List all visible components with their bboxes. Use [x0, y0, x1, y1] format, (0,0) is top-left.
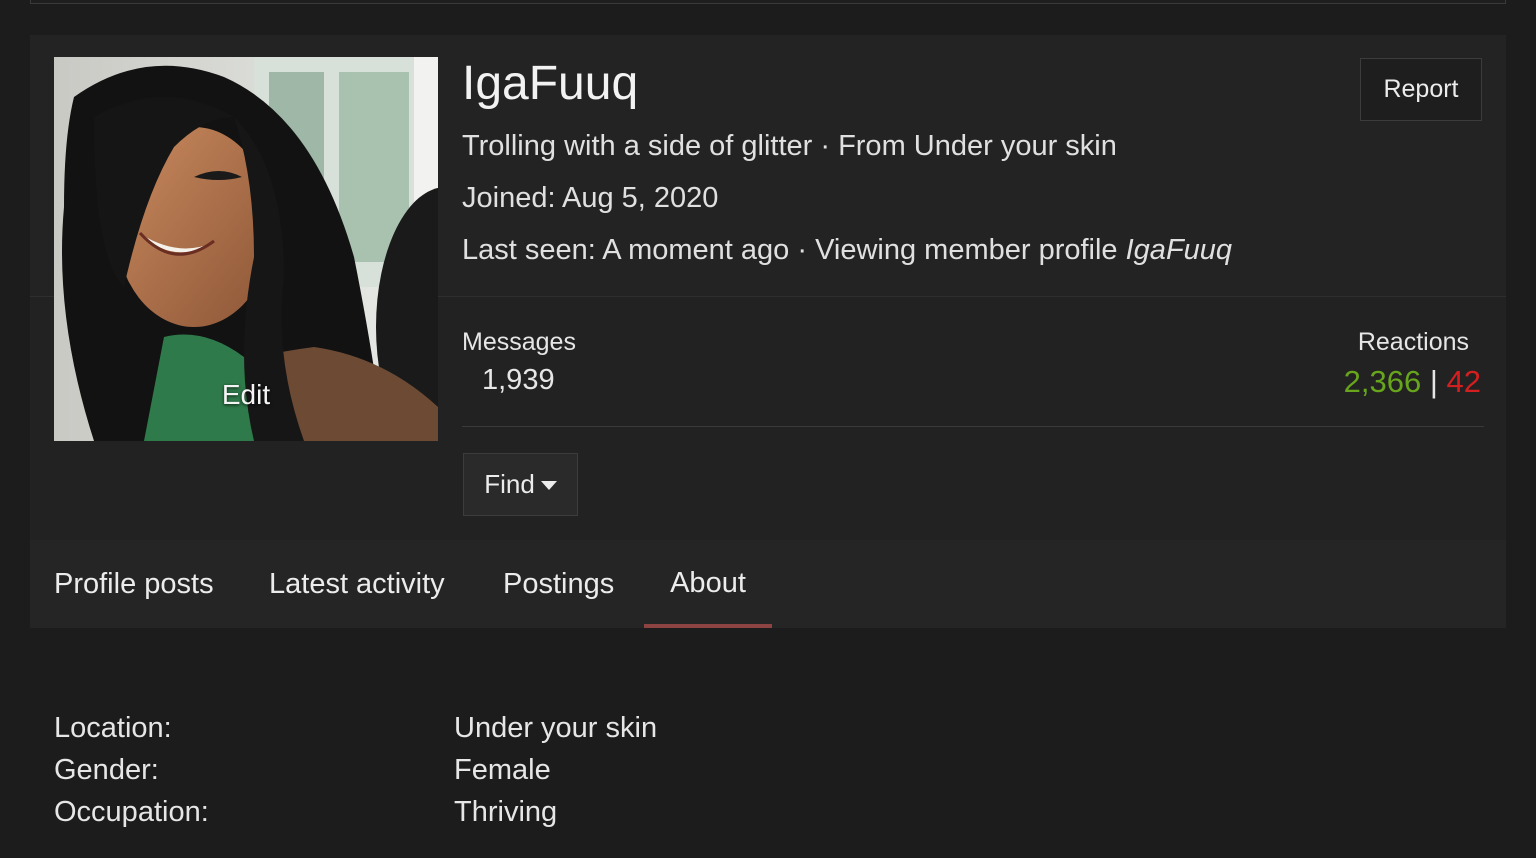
- find-button[interactable]: Find: [463, 453, 578, 516]
- joined-value: Aug 5, 2020: [561, 182, 719, 214]
- last-seen-target-link[interactable]: IgaFuuq: [1126, 234, 1232, 266]
- about-gender-value: Female: [454, 754, 551, 786]
- top-frame: [30, 0, 1506, 4]
- find-label: Find: [484, 469, 535, 499]
- profile-username: IgaFuuq: [462, 57, 639, 110]
- tab-about[interactable]: About: [644, 540, 772, 628]
- reactions-separator: |: [1429, 364, 1438, 399]
- tab-postings[interactable]: Postings: [503, 540, 614, 628]
- last-seen-value: A moment ago · Viewing member profile: [602, 234, 1126, 266]
- caret-down-icon: [540, 481, 557, 490]
- reactions-negative: 42: [1446, 364, 1481, 399]
- reactions-positive: 2,366: [1343, 364, 1422, 399]
- tab-latest-activity[interactable]: Latest activity: [269, 540, 445, 628]
- messages-value[interactable]: 1,939: [482, 364, 555, 397]
- about-occupation-label: Occupation:: [54, 796, 209, 828]
- about-location-label: Location:: [54, 712, 172, 744]
- report-button[interactable]: Report: [1360, 58, 1482, 121]
- profile-tagline: Trolling with a side of glitter · From U…: [462, 130, 1117, 162]
- avatar-edit-link[interactable]: Edit: [54, 379, 438, 411]
- stats-divider: [462, 426, 1484, 427]
- avatar[interactable]: Edit: [54, 57, 438, 441]
- joined-label: Joined:: [462, 182, 556, 214]
- reactions-value: 2,366 | 42: [1344, 364, 1481, 400]
- messages-label: Messages: [462, 328, 576, 356]
- about-location-value: Under your skin: [454, 712, 658, 744]
- last-seen-row: Last seen: A moment ago · Viewing member…: [462, 234, 1232, 267]
- about-occupation-value: Thriving: [454, 796, 558, 828]
- reactions-label: Reactions: [1357, 328, 1469, 356]
- about-gender-label: Gender:: [54, 754, 159, 786]
- tab-profile-posts[interactable]: Profile posts: [54, 540, 214, 628]
- last-seen-label: Last seen:: [462, 234, 596, 266]
- joined-row: Joined: Aug 5, 2020: [462, 182, 718, 215]
